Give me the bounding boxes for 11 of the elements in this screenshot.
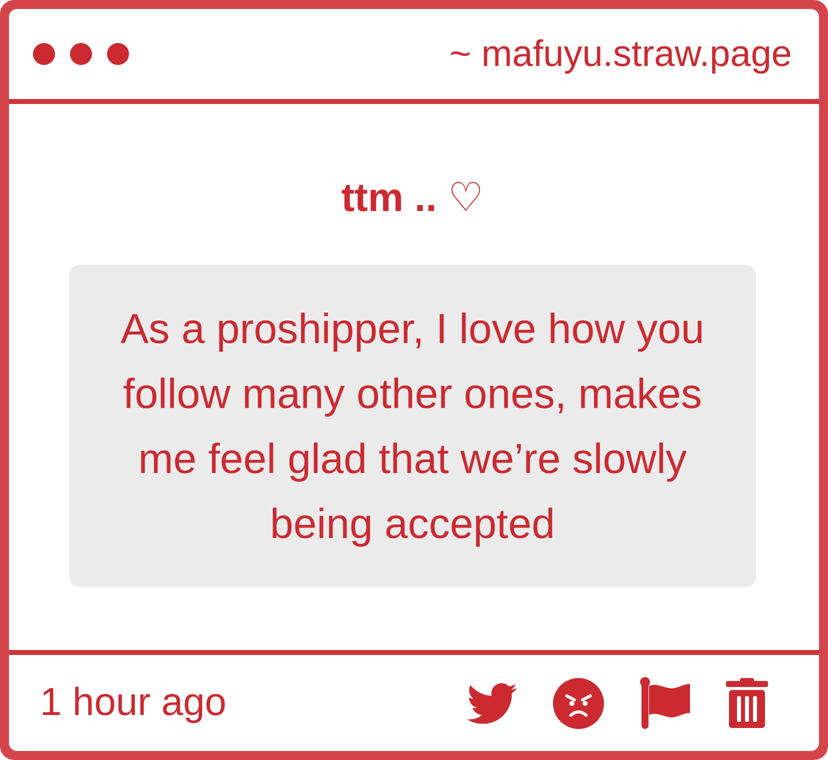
window-dot-icon [70,43,92,65]
page-address: ~ mafuyu.straw.page [450,33,792,75]
post-title: ttm .. ♡ [341,175,484,222]
angry-face-icon[interactable] [553,678,604,728]
bird-icon[interactable] [467,682,517,724]
window-dot-icon [33,43,55,65]
post-time: 1 hour ago [40,681,226,725]
trash-icon[interactable] [726,678,768,728]
message-text: As a proshipper, I love how you follow many other ones, makes me feel glad that we’re slowly being accepted [69,265,756,587]
flag-icon[interactable] [640,677,690,729]
window-dot-icon [107,43,129,65]
